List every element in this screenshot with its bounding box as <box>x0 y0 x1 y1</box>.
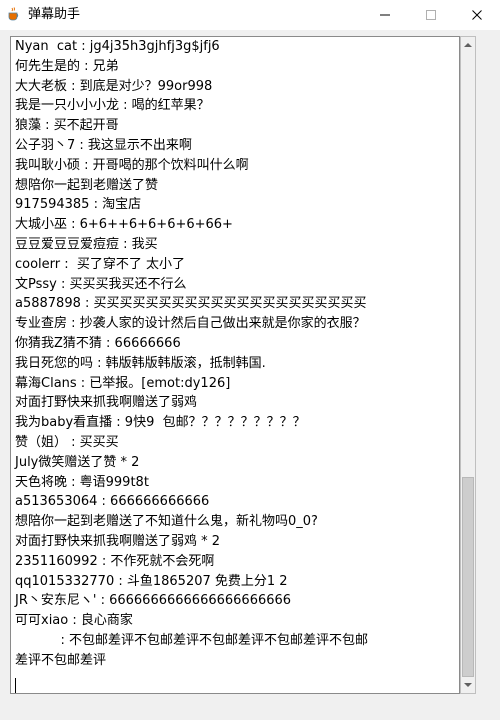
chat-line: 何先生是的 : 兄弟 <box>15 58 119 74</box>
chat-line: : 不包邮差评不包邮差评不包邮差评不包邮差评不包邮 <box>15 632 368 648</box>
chat-line: qq1015332770 : 斗鱼1865207 免费上分1 2 <box>15 573 288 589</box>
chat-line: 文Pssy : 买买买我买还不行么 <box>15 276 187 292</box>
chat-line: 2351160992 : 不作死就不会死啊 <box>15 553 215 569</box>
chat-line: 赞（姐） : 买买买 <box>15 434 119 450</box>
scrollbar-track[interactable] <box>461 53 475 677</box>
scroll-up-arrow-icon <box>464 43 472 47</box>
chat-line: 想陪你一起到老赠送了赞 <box>15 177 159 193</box>
chat-line: Nyan cat : jg4j35h3gjhfj3g$jfj6 <box>15 39 220 54</box>
chat-line: 想陪你一起到老赠送了不知道什么鬼，新礼物吗0_0? <box>15 514 318 530</box>
chat-line: 天色将晚 : 粤语999t8t <box>15 474 149 490</box>
text-caret <box>15 678 16 693</box>
chat-line: 我日死您的吗 : 韩版韩版韩版滚，抵制韩国. <box>15 355 266 371</box>
chat-line: 可可xiao : 良心商家 <box>15 613 133 629</box>
chat-line: 917594385 : 淘宝店 <box>15 197 142 213</box>
danmaku-text-area[interactable]: Nyan cat : jg4j35h3gjhfj3g$jfj6 何先生是的 : 兄… <box>10 36 460 694</box>
title-bar[interactable]: 弹幕助手 <box>0 0 500 31</box>
chat-line: 我是一只小小小龙 : 喝的红苹果？ <box>15 98 210 114</box>
java-cup-icon <box>8 7 19 21</box>
window-title: 弹幕助手 <box>28 7 81 22</box>
chat-line: JR丶安东尼ヽ' : 6666666666666666666666 <box>15 593 292 609</box>
maximize-icon <box>426 10 436 20</box>
chat-line: July微笑赠送了赞 * 2 <box>15 454 140 470</box>
scroll-up-button[interactable] <box>461 37 475 53</box>
chat-line: 豆豆爱豆豆爱痘痘 : 我买 <box>15 236 158 252</box>
chat-line: 大大老板 : 到底是对少？99or998 <box>15 78 213 94</box>
chat-line: 对面打野快来抓我啊赠送了弱鸡 <box>15 395 198 411</box>
scroll-down-arrow-icon <box>464 683 472 687</box>
scrollbar-thumb[interactable] <box>462 477 474 677</box>
chat-line: a5887898 : 买买买买买买买买买买买买买买买买买买买买买 <box>15 296 367 312</box>
close-button[interactable] <box>454 0 500 30</box>
chat-line: 大城小巫 : 6+6++6+6+6+6+66+ <box>15 217 233 233</box>
chat-line: 幕海Clans : 已举报。[emot:dy126] <box>15 375 231 391</box>
chat-line: 对面打野快来抓我啊赠送了弱鸡 * 2 <box>15 533 221 549</box>
chat-line: 你猜我Z猜不猜 : 66666666 <box>15 335 181 351</box>
danmaku-lines: Nyan cat : jg4j35h3gjhfj3g$jfj6 何先生是的 : 兄… <box>15 37 455 690</box>
chat-line: 我叫耿小硕 : 开哥喝的那个饮料叫什么啊 <box>15 157 249 173</box>
minimize-button[interactable] <box>362 0 408 30</box>
chat-line: 差评不包邮差评 <box>15 652 107 668</box>
chat-line: 狼藻 : 买不起开哥 <box>15 118 119 134</box>
chat-line: a513653064 : 666666666666 <box>15 494 210 510</box>
scroll-down-button[interactable] <box>461 677 475 693</box>
chat-line <box>15 671 455 691</box>
chat-line: 我为baby看直播 : 9快9 包邮？？？？？？？？？ <box>15 415 306 431</box>
chat-line: coolerr : 买了穿不了 太小了 <box>15 256 186 272</box>
close-icon <box>472 10 482 20</box>
chat-line: 专业查房 : 抄袭人家的设计然后自己做出来就是你家的衣服？ <box>15 316 366 332</box>
minimize-icon <box>380 14 390 16</box>
maximize-button[interactable] <box>408 0 454 30</box>
chat-line: 公子羽丶7 : 我这显示不出来啊 <box>15 137 192 153</box>
vertical-scrollbar[interactable] <box>460 36 476 694</box>
